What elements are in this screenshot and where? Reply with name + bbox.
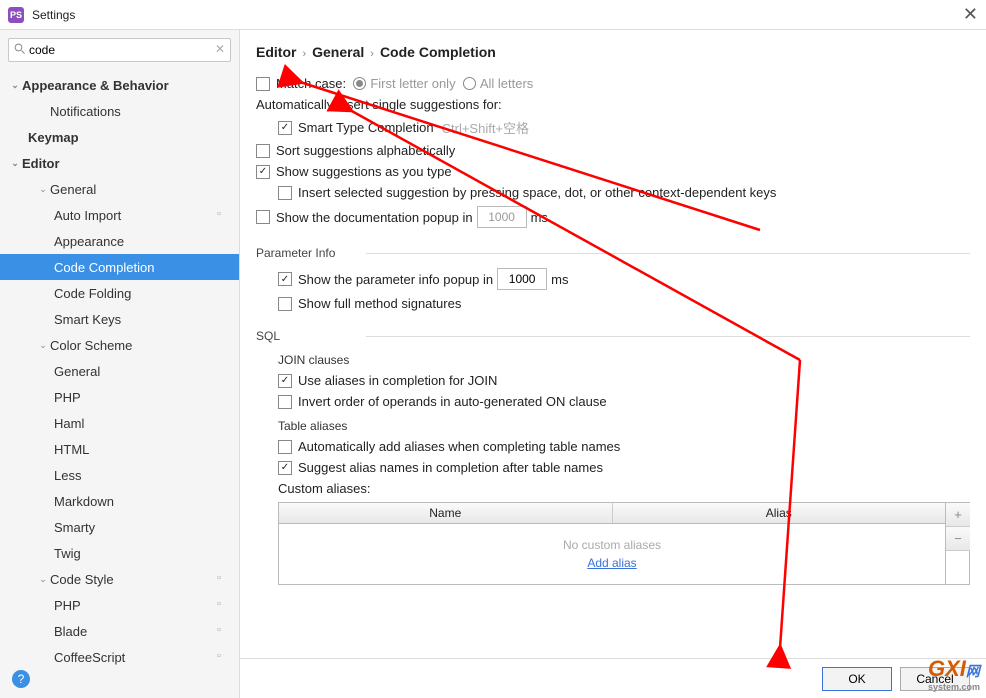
tree-style-blade[interactable]: Blade▫ (0, 618, 239, 644)
custom-aliases-table: Name Alias No custom aliases Add alias +… (278, 502, 970, 585)
match-case-checkbox[interactable] (256, 77, 270, 91)
tree-color-html[interactable]: HTML (0, 436, 239, 462)
tree-style-coffeescript[interactable]: CoffeeScript▫ (0, 644, 239, 670)
sort-alpha-checkbox[interactable] (256, 144, 270, 158)
invert-on-label: Invert order of operands in auto-generat… (298, 394, 607, 409)
close-icon[interactable]: ✕ (963, 4, 978, 25)
doc-popup-input[interactable] (477, 206, 527, 228)
remove-row-button[interactable]: − (946, 527, 970, 551)
window-title: Settings (32, 8, 75, 22)
doc-popup-label: Show the documentation popup in (276, 210, 473, 225)
tree-color-smarty[interactable]: Smarty (0, 514, 239, 540)
use-alias-join-checkbox[interactable] (278, 374, 292, 388)
minus-icon: − (954, 531, 962, 546)
table-aliases-heading: Table aliases (278, 419, 970, 433)
project-badge-icon: ▫ (217, 624, 231, 638)
col-name-header[interactable]: Name (279, 503, 613, 523)
settings-tree: ⌄Appearance & Behavior Notifications Key… (0, 70, 239, 698)
add-alias-link[interactable]: Add alias (587, 556, 636, 570)
content-panel: Editor›General›Code Completion Match cas… (240, 30, 986, 698)
as-you-type-label: Show suggestions as you type (276, 164, 452, 179)
tree-smart-keys[interactable]: Smart Keys (0, 306, 239, 332)
chevron-right-icon: › (370, 48, 374, 60)
project-badge-icon: ▫ (217, 598, 231, 612)
ms-label-2: ms (551, 272, 568, 287)
tree-auto-import[interactable]: Auto Import▫ (0, 202, 239, 228)
dialog-footer: OK Cancel (240, 658, 986, 698)
breadcrumb: Editor›General›Code Completion (240, 30, 986, 70)
tree-editor[interactable]: ⌄Editor (0, 150, 239, 176)
chevron-down-icon: ⌄ (38, 574, 48, 585)
tree-general[interactable]: ⌄General (0, 176, 239, 202)
tree-color-general[interactable]: General (0, 358, 239, 384)
first-letter-radio[interactable] (353, 77, 366, 90)
plus-icon: + (954, 507, 962, 522)
insert-selected-checkbox[interactable] (278, 186, 292, 200)
tree-color-haml[interactable]: Haml (0, 410, 239, 436)
tree-appearance[interactable]: Appearance (0, 228, 239, 254)
tree-style-php[interactable]: PHP▫ (0, 592, 239, 618)
use-alias-join-label: Use aliases in completion for JOIN (298, 373, 497, 388)
help-button[interactable]: ? (12, 670, 30, 688)
as-you-type-checkbox[interactable] (256, 165, 270, 179)
project-badge-icon: ▫ (217, 208, 231, 222)
ok-button[interactable]: OK (822, 667, 892, 691)
suggest-alias-checkbox[interactable] (278, 461, 292, 475)
all-letters-radio[interactable] (463, 77, 476, 90)
suggest-alias-label: Suggest alias names in completion after … (298, 460, 603, 475)
param-popup-checkbox[interactable] (278, 272, 292, 286)
custom-aliases-label: Custom aliases: (278, 481, 370, 496)
smart-type-checkbox[interactable] (278, 121, 292, 135)
ms-label: ms (531, 210, 548, 225)
tree-color-scheme[interactable]: ⌄Color Scheme (0, 332, 239, 358)
all-letters-label: All letters (480, 76, 533, 91)
full-sig-checkbox[interactable] (278, 297, 292, 311)
tree-code-folding[interactable]: Code Folding (0, 280, 239, 306)
insert-selected-label: Insert selected suggestion by pressing s… (298, 185, 776, 200)
sql-section: SQL (256, 329, 970, 343)
auto-add-alias-label: Automatically add aliases when completin… (298, 439, 620, 454)
first-letter-label: First letter only (370, 76, 455, 91)
smart-type-label: Smart Type Completion (298, 120, 434, 135)
chevron-down-icon: ⌄ (10, 80, 20, 91)
clear-search-icon[interactable]: ✕ (215, 42, 225, 56)
param-popup-input[interactable] (497, 268, 547, 290)
tree-appearance-behavior[interactable]: ⌄Appearance & Behavior (0, 72, 239, 98)
tree-keymap[interactable]: Keymap (0, 124, 239, 150)
chevron-down-icon: ⌄ (10, 158, 20, 169)
tree-color-less[interactable]: Less (0, 462, 239, 488)
sort-alpha-label: Sort suggestions alphabetically (276, 143, 455, 158)
full-sig-label: Show full method signatures (298, 296, 461, 311)
param-popup-label: Show the parameter info popup in (298, 272, 493, 287)
auto-insert-label: Automatically insert single suggestions … (256, 97, 502, 112)
chevron-down-icon: ⌄ (38, 184, 48, 195)
search-input[interactable] (8, 38, 231, 62)
col-alias-header[interactable]: Alias (613, 503, 946, 523)
app-icon: PS (8, 7, 24, 23)
parameter-info-section: Parameter Info (256, 246, 970, 260)
add-row-button[interactable]: + (946, 503, 970, 527)
invert-on-checkbox[interactable] (278, 395, 292, 409)
match-case-label: Match case: (276, 76, 346, 91)
titlebar: PS Settings ✕ (0, 0, 986, 30)
doc-popup-checkbox[interactable] (256, 210, 270, 224)
tree-code-style[interactable]: ⌄Code Style▫ (0, 566, 239, 592)
search-icon (14, 43, 26, 55)
tree-color-twig[interactable]: Twig (0, 540, 239, 566)
tree-code-completion[interactable]: Code Completion (0, 254, 239, 280)
no-aliases-text: No custom aliases (563, 538, 661, 552)
join-clauses-heading: JOIN clauses (278, 353, 970, 367)
chevron-right-icon: › (302, 48, 306, 60)
tree-color-php[interactable]: PHP (0, 384, 239, 410)
sidebar: ✕ ⌄Appearance & Behavior Notifications K… (0, 30, 240, 698)
cancel-button[interactable]: Cancel (900, 667, 970, 691)
project-badge-icon: ▫ (217, 650, 231, 664)
auto-add-alias-checkbox[interactable] (278, 440, 292, 454)
smart-type-shortcut: Ctrl+Shift+空格 (442, 118, 529, 137)
chevron-down-icon: ⌄ (38, 340, 48, 351)
tree-notifications[interactable]: Notifications (0, 98, 239, 124)
project-badge-icon: ▫ (217, 572, 231, 586)
tree-color-markdown[interactable]: Markdown (0, 488, 239, 514)
